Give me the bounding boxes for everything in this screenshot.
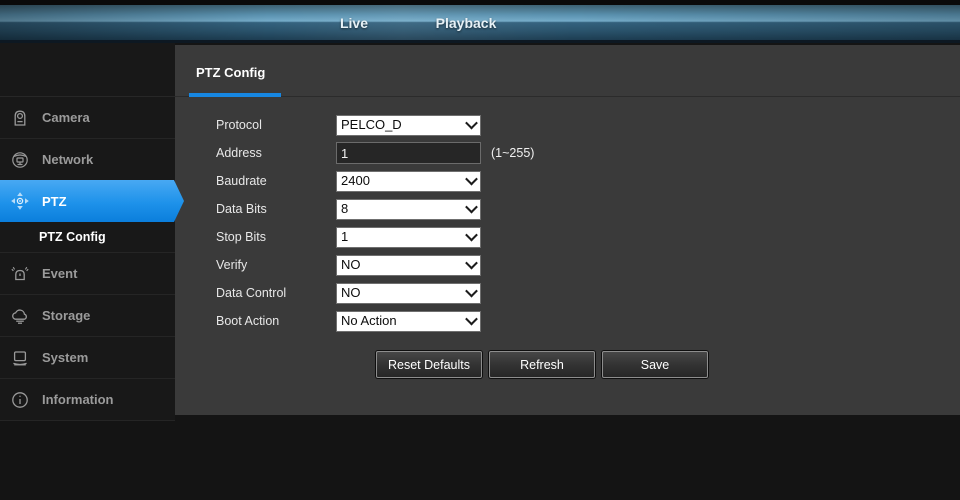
tab-ptz-config[interactable]: PTZ Config (189, 45, 281, 97)
sidebar-item-label: Camera (42, 110, 90, 125)
sidebar-item-label: Event (42, 266, 78, 281)
form-row-baudrate: Baudrate 2400 (216, 167, 960, 195)
sidebar-item-camera[interactable]: Camera (0, 96, 175, 138)
sidebar-item-label: Storage (42, 308, 91, 323)
camera-web-ui: Live Playback Camera Network PTZ PTZ Con… (0, 0, 960, 500)
data-bits-select[interactable]: 8 (336, 198, 481, 220)
baudrate-label: Baudrate (216, 174, 267, 188)
form-row-verify: Verify NO (216, 251, 960, 279)
sidebar-item-event[interactable]: Event (0, 252, 175, 294)
sidebar-item-system[interactable]: System (0, 336, 175, 378)
sidebar-menu-divider (0, 420, 175, 421)
sidebar-item-storage[interactable]: Storage (0, 294, 175, 336)
sidebar-item-label: Information (42, 392, 114, 407)
data-bits-label: Data Bits (216, 202, 267, 216)
baudrate-select[interactable]: 2400 (336, 170, 481, 192)
sidebar-item-label: Network (42, 152, 94, 167)
form-row-stop-bits: Stop Bits 1 (216, 223, 960, 251)
form-row-address: Address (1~255) (216, 139, 960, 167)
form-row-boot-action: Boot Action No Action (216, 307, 960, 335)
form-row-data-bits: Data Bits 8 (216, 195, 960, 223)
sidebar-menu: Camera Network PTZ PTZ Config Event Stor… (0, 96, 184, 421)
data-control-label: Data Control (216, 286, 287, 300)
storage-icon (10, 306, 30, 326)
tab-live[interactable]: Live (307, 5, 401, 40)
ptz-config-form: Protocol PELCO_D Address (1~255) Baudrat… (175, 97, 960, 378)
network-icon (10, 150, 30, 170)
sidebar-item-label: System (42, 350, 89, 365)
form-row-data-control: Data Control NO (216, 279, 960, 307)
main-panel: PTZ Config Protocol PELCO_D Address (1~2… (175, 45, 960, 415)
content-tabbar: PTZ Config (175, 45, 960, 97)
address-input[interactable] (336, 142, 481, 164)
save-button[interactable]: Save (602, 351, 708, 378)
sidebar-subitem-label: PTZ Config (39, 230, 106, 244)
protocol-label: Protocol (216, 118, 262, 132)
refresh-button[interactable]: Refresh (489, 351, 595, 378)
event-icon (10, 264, 30, 284)
data-control-select[interactable]: NO (336, 282, 481, 304)
verify-label: Verify (216, 258, 248, 272)
system-icon (10, 348, 30, 368)
sidebar: Camera Network PTZ PTZ Config Event Stor… (0, 43, 184, 421)
boot-action-select[interactable]: No Action (336, 310, 481, 332)
sidebar-item-information[interactable]: Information (0, 378, 175, 420)
camera-icon (10, 108, 30, 128)
sidebar-item-label: PTZ (42, 193, 67, 209)
form-button-row: Reset Defaults Refresh Save (376, 351, 960, 378)
tab-playback[interactable]: Playback (402, 5, 530, 40)
form-row-protocol: Protocol PELCO_D (216, 111, 960, 139)
sidebar-item-ptz[interactable]: PTZ (0, 180, 184, 222)
information-icon (10, 390, 30, 410)
protocol-select[interactable]: PELCO_D (336, 114, 481, 136)
sidebar-subitem-ptz-config[interactable]: PTZ Config (0, 222, 175, 252)
stop-bits-label: Stop Bits (216, 230, 267, 244)
reset-defaults-button[interactable]: Reset Defaults (376, 351, 482, 378)
address-label: Address (216, 146, 262, 160)
boot-action-label: Boot Action (216, 314, 280, 328)
address-range-hint: (1~255) (491, 146, 535, 160)
stop-bits-select[interactable]: 1 (336, 226, 481, 248)
verify-select[interactable]: NO (336, 254, 481, 276)
top-navbar: Live Playback (0, 5, 960, 40)
sidebar-item-network[interactable]: Network (0, 138, 175, 180)
ptz-icon (10, 191, 30, 211)
